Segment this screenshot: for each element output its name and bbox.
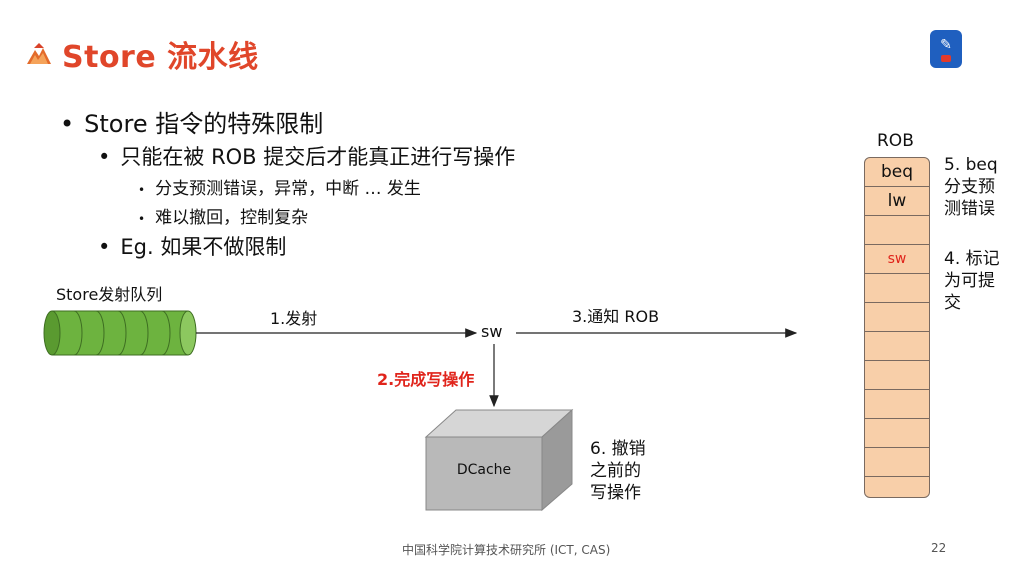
notify-rob-label: 3.通知 ROB [572, 307, 660, 326]
rob-entry-sw: sw [865, 245, 929, 274]
store-queue-label: Store发射队列 [56, 285, 163, 304]
beq-note-line: 5. beq [944, 155, 998, 175]
write-complete-label: 2.完成写操作 [377, 370, 475, 389]
mark-note-line: 4. 标记 [944, 249, 1000, 269]
footer-institute: 中国科学院计算技术研究所 (ICT, CAS) [402, 543, 611, 557]
rob-entry [865, 361, 929, 390]
beq-note-line: 分支预 [944, 177, 995, 197]
rob-entry [865, 303, 929, 332]
rob-entry [865, 274, 929, 303]
beq-note-line: 测错误 [944, 199, 995, 219]
rob-entry [865, 390, 929, 419]
rob-entry [865, 448, 929, 477]
mark-note-line: 为可提 [944, 271, 995, 291]
undo-note-line: 6. 撤销 [590, 439, 646, 459]
undo-note-line: 之前的 [590, 461, 641, 481]
rob-entry: lw [865, 187, 929, 216]
store-queue-cylinder [43, 310, 197, 356]
sw-label: sw [481, 322, 503, 341]
rob-entry: beq [865, 158, 929, 187]
beq-mispredict-note: 5. beq 分支预 测错误 [944, 154, 998, 220]
mark-committable-note: 4. 标记 为可提 交 [944, 248, 1000, 314]
rob-entry [865, 216, 929, 245]
undo-note-line: 写操作 [590, 483, 641, 503]
undo-note: 6. 撤销 之前的 写操作 [590, 438, 646, 504]
rob-entry [865, 332, 929, 361]
dcache-label: DCache [456, 462, 512, 478]
dcache-box [424, 408, 574, 512]
rob-table: beq lw sw [864, 157, 930, 498]
rob-title: ROB [877, 131, 914, 151]
rob-entry [865, 477, 929, 497]
rob-entry [865, 419, 929, 448]
mark-note-line: 交 [944, 293, 961, 313]
issue-label: 1.发射 [270, 309, 318, 328]
page-number: 22 [931, 541, 947, 555]
